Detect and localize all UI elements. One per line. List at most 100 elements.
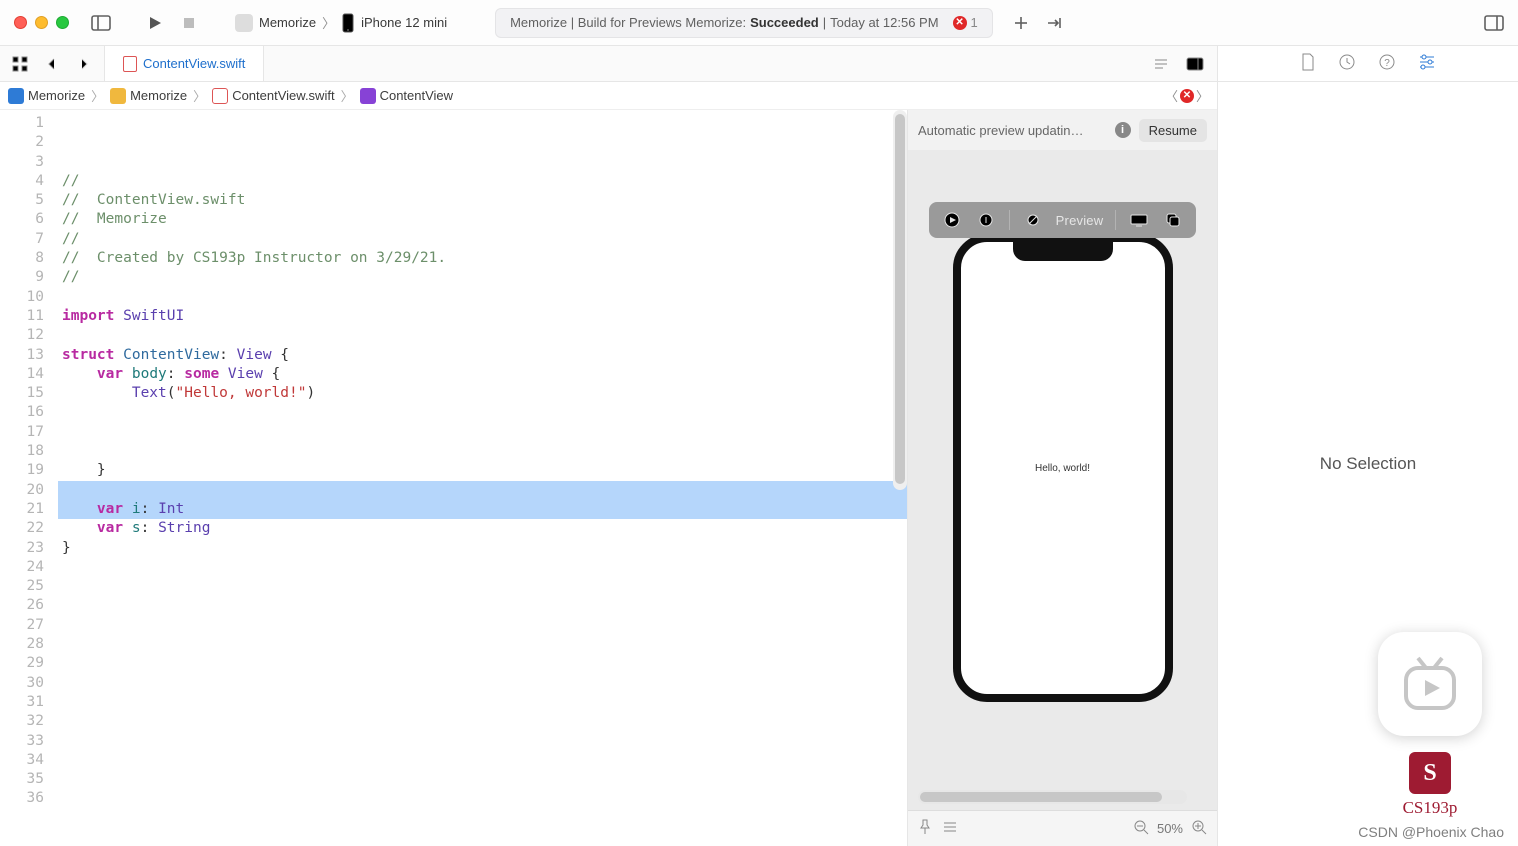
code-line[interactable]: } xyxy=(58,539,907,558)
add-button[interactable] xyxy=(1007,9,1035,37)
code-line[interactable] xyxy=(58,577,907,596)
code-line[interactable]: // xyxy=(58,172,907,191)
run-button[interactable] xyxy=(141,9,169,37)
activity-status[interactable]: Memorize | Build for Previews Memorize: … xyxy=(495,8,993,38)
breadcrumb-item-1[interactable]: Memorize xyxy=(130,88,187,103)
zoom-in-button[interactable] xyxy=(1191,819,1207,838)
line-number: 9 xyxy=(0,268,44,287)
breadcrumb-next-button[interactable]: 〉 xyxy=(1196,86,1209,105)
code-line[interactable]: // Created by CS193p Instructor on 3/29/… xyxy=(58,249,907,268)
editor-vertical-scrollbar[interactable] xyxy=(893,110,907,490)
canvas[interactable]: Preview Hello, world! xyxy=(908,150,1217,810)
code-line[interactable] xyxy=(58,693,907,712)
scheme-selector[interactable]: Memorize 〉 iPhone 12 mini xyxy=(225,8,457,38)
code-line[interactable]: // Memorize xyxy=(58,210,907,229)
code-line[interactable]: var s: String xyxy=(58,519,907,538)
scrollbar-thumb[interactable] xyxy=(920,792,1162,802)
code-line[interactable] xyxy=(58,674,907,693)
quickhelp-inspector-tab[interactable]: ? xyxy=(1378,53,1396,74)
code-line[interactable] xyxy=(58,326,907,345)
code-line[interactable]: struct ContentView: View { xyxy=(58,346,907,365)
preview-settings-button[interactable] xyxy=(942,820,958,837)
breadcrumb-prev-button[interactable]: 〈 xyxy=(1165,86,1178,105)
inspect-preview-button[interactable] xyxy=(975,209,997,231)
status-error-group[interactable]: ✕ 1 xyxy=(953,15,978,30)
code-line[interactable]: // xyxy=(58,268,907,287)
nav-back-button[interactable] xyxy=(38,50,66,78)
stop-button[interactable] xyxy=(175,9,203,37)
code-line[interactable] xyxy=(58,751,907,770)
duplicate-preview-button[interactable] xyxy=(1162,209,1184,231)
code-line[interactable] xyxy=(58,288,907,307)
line-number: 36 xyxy=(0,789,44,808)
file-inspector-tab[interactable] xyxy=(1300,53,1316,74)
minimap-toggle-button[interactable] xyxy=(1147,50,1175,78)
code-area[interactable]: //// ContentView.swift// Memorize//// Cr… xyxy=(54,110,907,846)
line-number: 20 xyxy=(0,481,44,500)
code-line[interactable]: // xyxy=(58,230,907,249)
code-line[interactable]: } xyxy=(58,461,907,480)
code-line[interactable]: import SwiftUI xyxy=(58,307,907,326)
code-line[interactable] xyxy=(58,558,907,577)
code-line[interactable] xyxy=(58,635,907,654)
code-line[interactable] xyxy=(58,596,907,615)
pin-preview-button[interactable] xyxy=(918,819,932,838)
line-number: 28 xyxy=(0,635,44,654)
line-number: 19 xyxy=(0,461,44,480)
chevron-right-icon: 〉 xyxy=(89,86,106,105)
code-line[interactable] xyxy=(58,423,907,442)
code-line[interactable] xyxy=(58,809,907,828)
toggle-inspector-button[interactable] xyxy=(1480,9,1508,37)
code-line[interactable] xyxy=(58,442,907,461)
window-controls xyxy=(14,16,69,29)
zoom-window-button[interactable] xyxy=(56,16,69,29)
library-button[interactable] xyxy=(1041,9,1069,37)
zoom-level[interactable]: 50% xyxy=(1157,821,1183,836)
swift-file-icon xyxy=(123,56,137,72)
code-line[interactable]: var i: Int xyxy=(58,500,907,519)
code-editor[interactable]: 1234567891011121314151617181920212223242… xyxy=(0,110,907,846)
zoom-out-button[interactable] xyxy=(1133,819,1149,838)
toggle-navigator-button[interactable] xyxy=(87,9,115,37)
code-line[interactable] xyxy=(58,616,907,635)
code-line[interactable] xyxy=(58,828,907,846)
tab-contentview[interactable]: ContentView.swift xyxy=(104,46,264,81)
breadcrumb-item-0[interactable]: Memorize xyxy=(28,88,85,103)
preview-pin-icon[interactable] xyxy=(1022,209,1044,231)
error-icon[interactable]: ✕ xyxy=(1180,89,1194,103)
breadcrumb-item-3[interactable]: ContentView xyxy=(380,88,453,103)
code-line[interactable]: // ContentView.swift xyxy=(58,191,907,210)
minimize-window-button[interactable] xyxy=(35,16,48,29)
related-items-button[interactable] xyxy=(6,50,34,78)
preview-info-text: Automatic preview updatin… xyxy=(918,123,1107,138)
code-line[interactable] xyxy=(58,712,907,731)
line-number: 22 xyxy=(0,519,44,538)
nav-forward-button[interactable] xyxy=(70,50,98,78)
code-line[interactable] xyxy=(58,770,907,789)
scrollbar-thumb[interactable] xyxy=(895,114,905,484)
canvas-horizontal-scrollbar[interactable] xyxy=(918,790,1187,804)
attributes-inspector-tab[interactable] xyxy=(1418,54,1436,73)
code-line[interactable]: Text("Hello, world!") xyxy=(58,384,907,403)
code-line[interactable] xyxy=(58,654,907,673)
line-number: 33 xyxy=(0,732,44,751)
code-line[interactable] xyxy=(58,732,907,751)
live-preview-button[interactable] xyxy=(941,209,963,231)
device-icon xyxy=(341,13,355,33)
info-icon[interactable]: i xyxy=(1115,122,1131,138)
preview-device-button[interactable] xyxy=(1128,209,1150,231)
history-inspector-tab[interactable] xyxy=(1338,53,1356,74)
code-line[interactable] xyxy=(58,403,907,422)
adjust-editor-options-button[interactable] xyxy=(1181,50,1209,78)
code-line[interactable] xyxy=(58,789,907,808)
main-column: ContentView.swift Memorize 〉 Memorize 〉 … xyxy=(0,46,1218,846)
code-line[interactable]: var body: some View { xyxy=(58,365,907,384)
status-time: Today at 12:56 PM xyxy=(830,15,938,30)
breadcrumb-item-2[interactable]: ContentView.swift xyxy=(232,88,334,103)
error-icon: ✕ xyxy=(953,16,967,30)
close-window-button[interactable] xyxy=(14,16,27,29)
resume-button[interactable]: Resume xyxy=(1139,119,1207,142)
line-number: 24 xyxy=(0,558,44,577)
video-play-badge[interactable] xyxy=(1378,632,1482,736)
code-line[interactable] xyxy=(58,481,907,500)
